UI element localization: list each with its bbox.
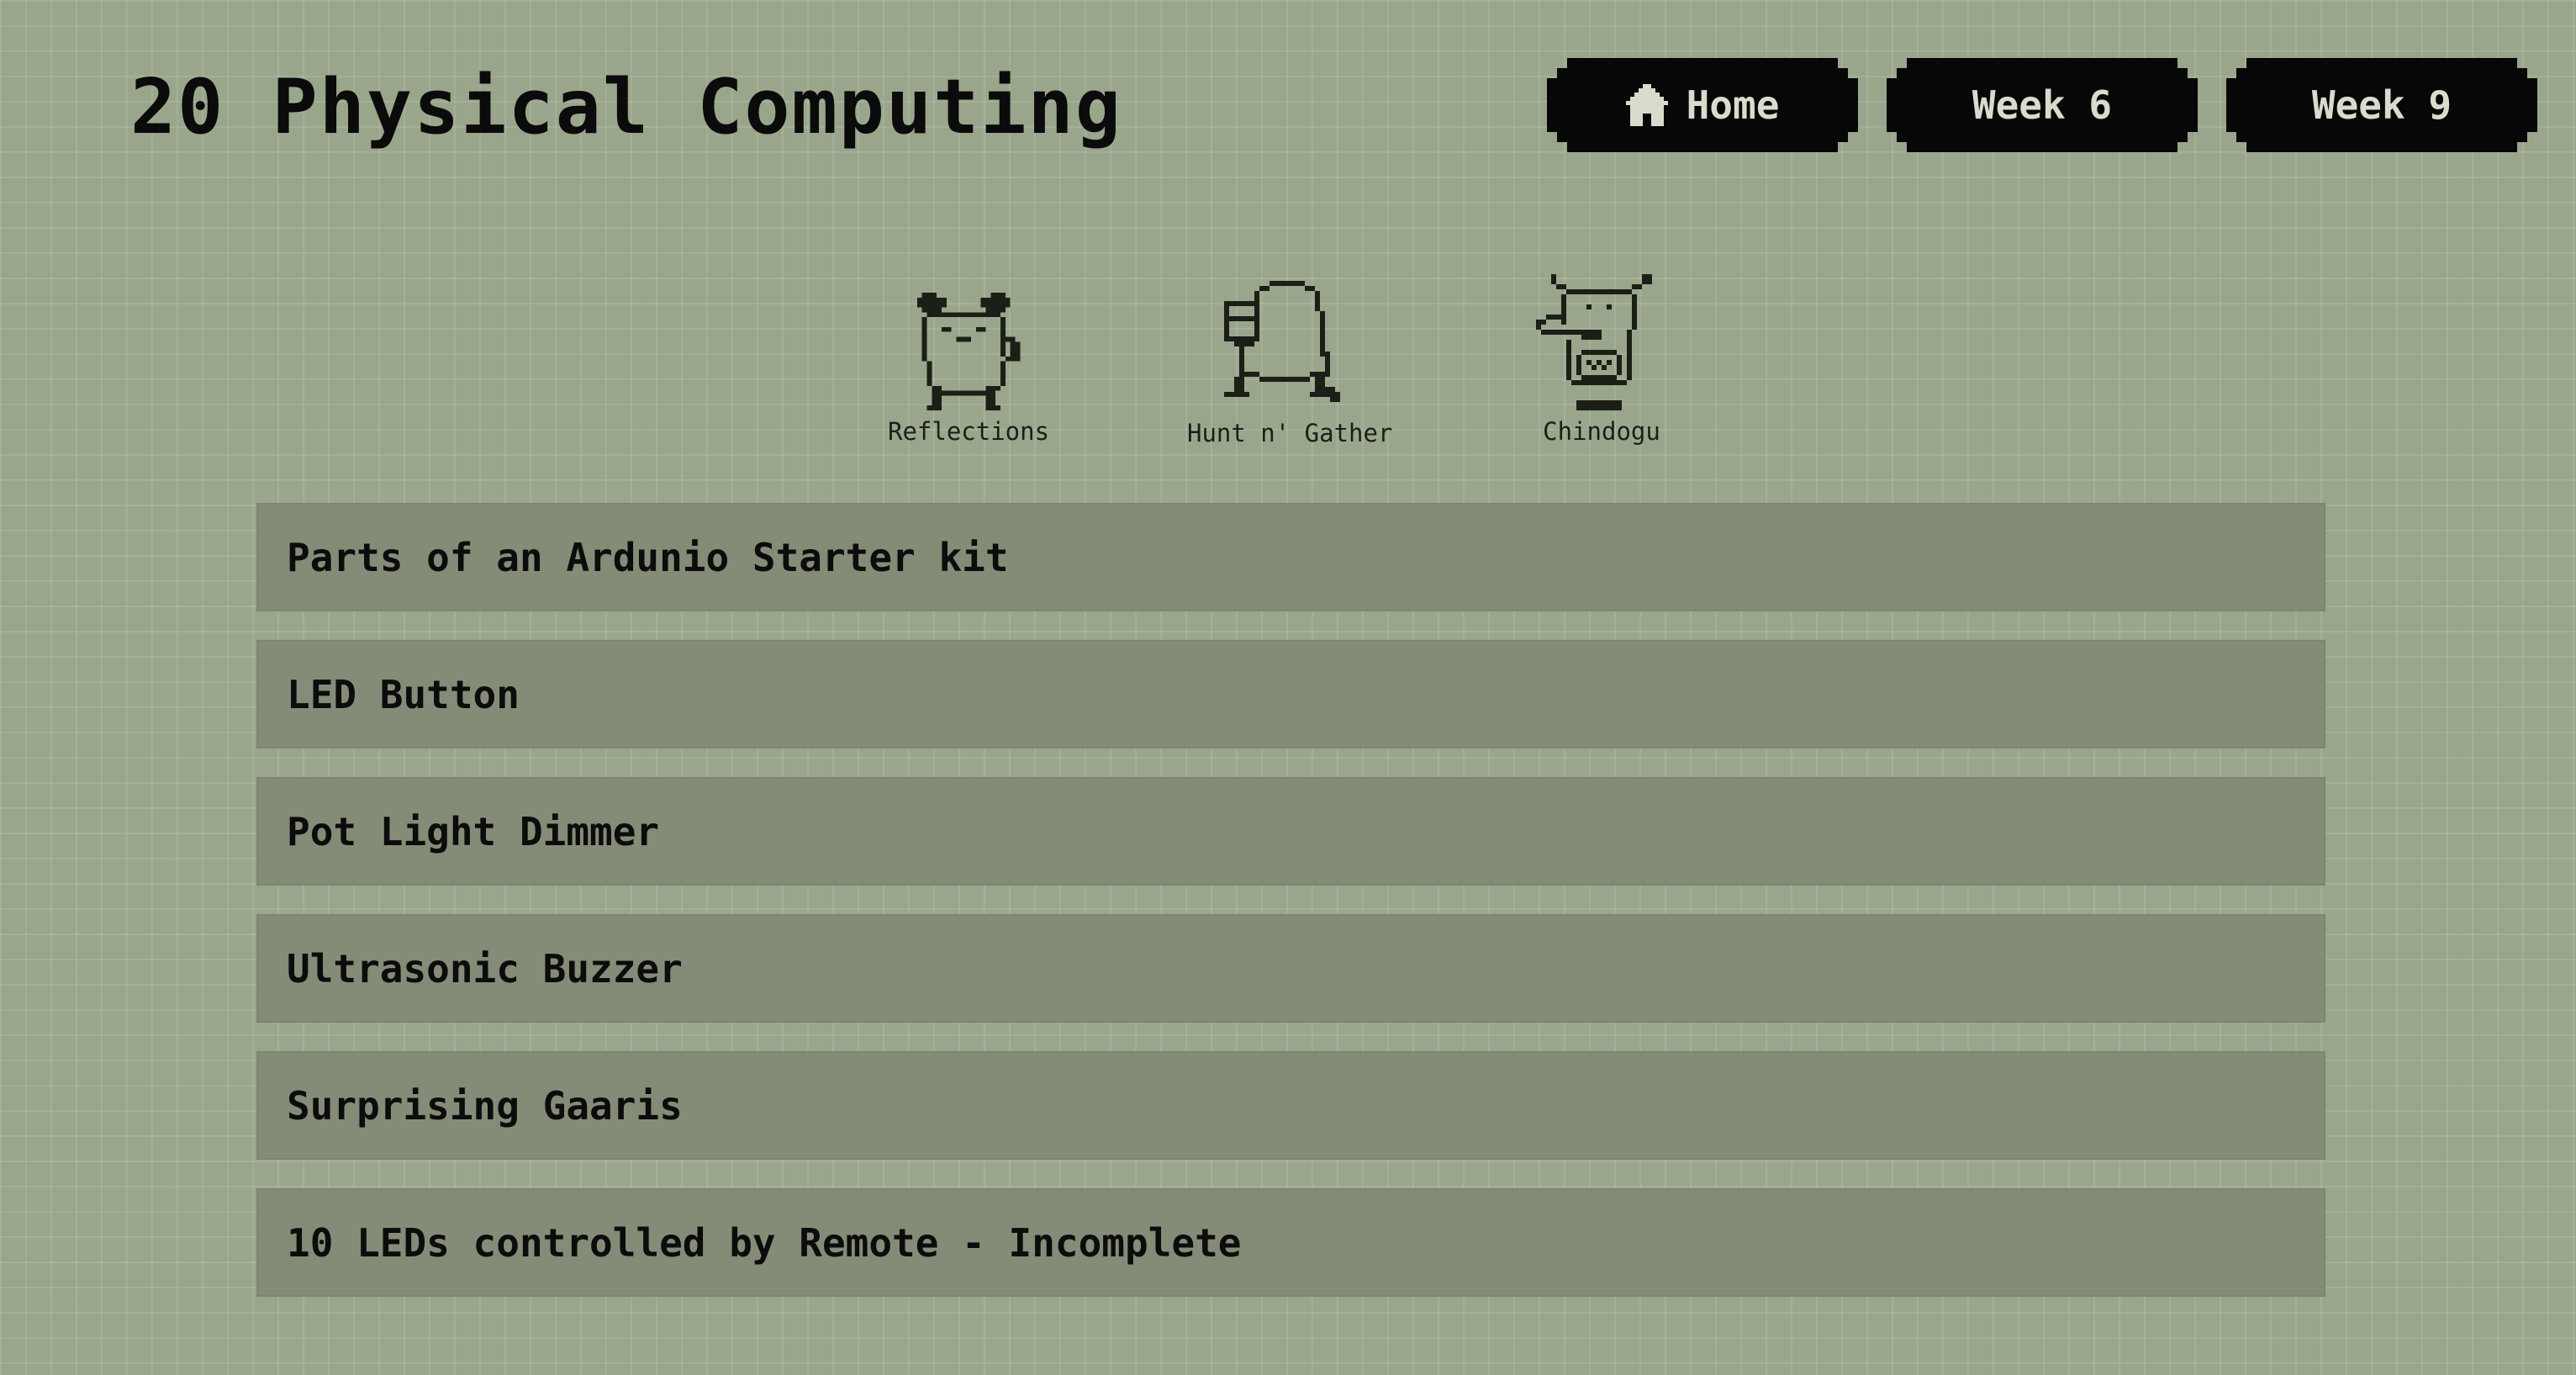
top-nav: Home Week 6 Week 9 bbox=[1547, 58, 2537, 152]
project-list: Parts of an Ardunio Starter kit LED Butt… bbox=[256, 503, 2325, 1297]
pixel-creature-beak-icon bbox=[1536, 274, 1667, 410]
sprite-chindogu[interactable]: Chindogu bbox=[1536, 274, 1667, 446]
pixel-creature-antlers-icon bbox=[911, 293, 1027, 410]
week-9-button[interactable]: Week 9 bbox=[2226, 58, 2537, 152]
sprite-label: Chindogu bbox=[1543, 417, 1660, 446]
week-6-label: Week 6 bbox=[1972, 82, 2113, 128]
week-9-label: Week 9 bbox=[2311, 82, 2452, 128]
sprite-label: Hunt n' Gather bbox=[1187, 419, 1393, 447]
pixel-creature-mask-icon bbox=[1224, 281, 1355, 412]
project-item[interactable]: LED Button bbox=[256, 640, 2325, 748]
project-item[interactable]: Surprising Gaaris bbox=[256, 1051, 2325, 1160]
sprite-hunt-n-gather[interactable]: Hunt n' Gather bbox=[1187, 281, 1392, 447]
project-sprites: Reflections Hunt n' Gather Chindogu bbox=[874, 269, 1723, 454]
home-icon bbox=[1626, 84, 1668, 126]
week-6-button[interactable]: Week 6 bbox=[1887, 58, 2198, 152]
project-item[interactable]: Parts of an Ardunio Starter kit bbox=[256, 503, 2325, 611]
sprite-label: Reflections bbox=[888, 417, 1050, 446]
page-title: 20 Physical Computing bbox=[130, 63, 1122, 151]
project-item[interactable]: Pot Light Dimmer bbox=[256, 777, 2325, 886]
project-item[interactable]: 10 LEDs controlled by Remote - Incomplet… bbox=[256, 1188, 2325, 1297]
sprite-reflections[interactable]: Reflections bbox=[888, 293, 1049, 446]
home-button[interactable]: Home bbox=[1547, 58, 1858, 152]
home-label: Home bbox=[1686, 82, 1780, 128]
project-item[interactable]: Ultrasonic Buzzer bbox=[256, 914, 2325, 1023]
